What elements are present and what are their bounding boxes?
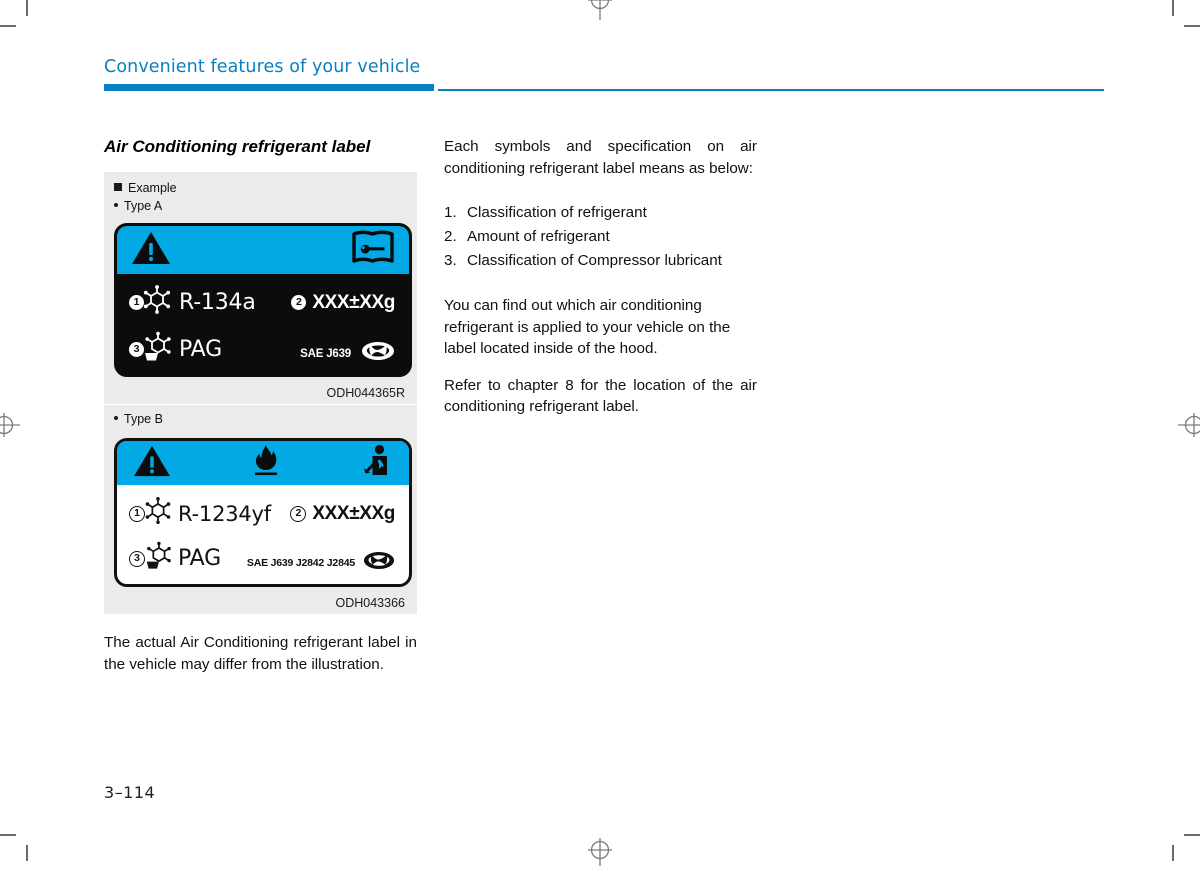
list-item: 1. Classification of refrigerant bbox=[444, 201, 757, 225]
hyundai-logo-icon bbox=[361, 341, 395, 366]
crop-mark-bottom-left-horizontal bbox=[0, 834, 16, 836]
figure-b-code: ODH043366 bbox=[114, 596, 407, 610]
page-title: Air Conditioning refrigerant label bbox=[104, 136, 417, 158]
label-b-standard: SAE J639 J2842 J2845 bbox=[247, 557, 355, 569]
symbol-meaning-list: 1. Classification of refrigerant 2. Amou… bbox=[444, 201, 757, 273]
registration-mark-top-center bbox=[586, 0, 614, 22]
label-a-standard-group: SAE J639 bbox=[300, 341, 395, 366]
chapter-header: Convenient features of your vehicle bbox=[104, 57, 1104, 77]
manual-page: Convenient features of your vehicle Air … bbox=[0, 0, 1200, 861]
refrigerant-label-type-b: 1 bbox=[114, 438, 412, 587]
crop-mark-bottom-right-horizontal bbox=[1184, 834, 1200, 836]
label-b-body: 1 bbox=[117, 485, 409, 576]
left-column: Air Conditioning refrigerant label Examp… bbox=[104, 136, 417, 675]
crop-mark-top-right-horizontal bbox=[1184, 25, 1200, 27]
label-a-header-band bbox=[117, 226, 409, 274]
registration-mark-bottom-center bbox=[586, 838, 614, 872]
label-b-header-band bbox=[117, 441, 409, 485]
type-a-caption: Type A bbox=[114, 198, 407, 214]
list-item-label: Amount of refrigerant bbox=[467, 228, 610, 245]
crop-mark-top-left-vertical bbox=[26, 0, 28, 16]
page-number: 3–114 bbox=[104, 783, 155, 802]
list-item-number: 1. bbox=[444, 201, 457, 225]
label-a-item-2: 2 XXX±XXg bbox=[291, 292, 395, 314]
registration-mark-right-middle bbox=[1178, 411, 1200, 439]
header-rule-thin bbox=[438, 89, 1104, 91]
right-column: Each symbols and specification on air co… bbox=[444, 136, 757, 418]
label-b-amount-value: XXX±XXg bbox=[312, 503, 395, 525]
label-a-amount-value: XXX±XXg bbox=[312, 292, 395, 314]
list-item-number: 3. bbox=[444, 249, 457, 273]
label-a-row-2: 3 bbox=[129, 331, 395, 368]
type-b-caption-text: Type B bbox=[124, 412, 163, 426]
crop-mark-top-left-horizontal bbox=[0, 25, 16, 27]
label-b-row-2: 3 bbox=[129, 541, 395, 576]
label-a-lubricant-value: PAG bbox=[179, 337, 222, 362]
callout-badge-2: 2 bbox=[291, 295, 306, 310]
crop-mark-bottom-right-vertical bbox=[1172, 845, 1174, 861]
figure-a-code: ODH044365R bbox=[114, 386, 407, 400]
label-b-row-1: 1 bbox=[129, 496, 395, 531]
label-b-item-3: 3 bbox=[129, 541, 221, 576]
header-rule bbox=[104, 84, 1104, 94]
health-hazard-icon bbox=[361, 444, 393, 483]
label-a-item-3: 3 bbox=[129, 331, 222, 368]
example-caption: Example bbox=[114, 180, 407, 196]
lubricant-molecule-icon bbox=[143, 541, 173, 576]
warning-triangle-icon bbox=[131, 230, 171, 271]
type-b-caption: Type B bbox=[114, 411, 407, 427]
service-manual-book-icon bbox=[351, 230, 395, 271]
label-a-item-1: 1 bbox=[129, 284, 256, 321]
refrigerant-label-type-a: 1 bbox=[114, 223, 412, 377]
hyundai-logo-icon bbox=[363, 551, 395, 575]
refrigerant-molecule-icon bbox=[141, 284, 173, 321]
square-bullet-icon bbox=[114, 183, 122, 191]
refrigerant-molecule-icon bbox=[143, 496, 173, 531]
label-b-item-1: 1 bbox=[129, 496, 271, 531]
illustration-disclaimer: The actual Air Conditioning refrigerant … bbox=[104, 632, 417, 675]
type-a-caption-text: Type A bbox=[124, 199, 162, 213]
label-b-standard-group: SAE J639 J2842 J2845 bbox=[247, 551, 395, 575]
list-item-label: Classification of Compressor lubricant bbox=[467, 252, 722, 269]
label-b-lubricant-value: PAG bbox=[178, 546, 221, 571]
example-caption-text: Example bbox=[128, 181, 177, 195]
figure-type-b: Type B bbox=[104, 404, 417, 614]
list-item: 2. Amount of refrigerant bbox=[444, 225, 757, 249]
hood-label-paragraph: You can find out which air conditioning … bbox=[444, 295, 757, 360]
dot-bullet-icon-b bbox=[114, 416, 118, 420]
label-b-refrigerant-value: R-1234yf bbox=[178, 502, 271, 526]
label-a-row-1: 1 bbox=[129, 284, 395, 321]
header-rule-thick bbox=[104, 84, 434, 91]
label-a-standard: SAE J639 bbox=[300, 348, 351, 360]
figure-type-a: Example Type A bbox=[104, 172, 417, 404]
registration-mark-left-middle bbox=[0, 411, 22, 439]
callout-badge-2: 2 bbox=[290, 506, 306, 522]
list-item-number: 2. bbox=[444, 225, 457, 249]
chapter-title: Convenient features of your vehicle bbox=[104, 57, 1104, 77]
label-b-item-2: 2 XXX±XXg bbox=[290, 503, 395, 525]
crop-mark-bottom-left-vertical bbox=[26, 845, 28, 861]
list-item: 3. Classification of Compressor lubrican… bbox=[444, 249, 757, 273]
dot-bullet-icon bbox=[114, 203, 118, 207]
warning-triangle-icon bbox=[133, 444, 171, 483]
flammable-flame-icon bbox=[249, 444, 283, 483]
chapter-reference-paragraph: Refer to chapter 8 for the location of t… bbox=[444, 375, 757, 418]
intro-paragraph: Each symbols and specification on air co… bbox=[444, 136, 757, 179]
lubricant-molecule-icon bbox=[141, 331, 173, 368]
label-a-refrigerant-value: R-134a bbox=[179, 290, 256, 315]
crop-mark-top-right-vertical bbox=[1172, 0, 1174, 16]
label-a-body: 1 bbox=[117, 274, 409, 368]
list-item-label: Classification of refrigerant bbox=[467, 204, 647, 221]
